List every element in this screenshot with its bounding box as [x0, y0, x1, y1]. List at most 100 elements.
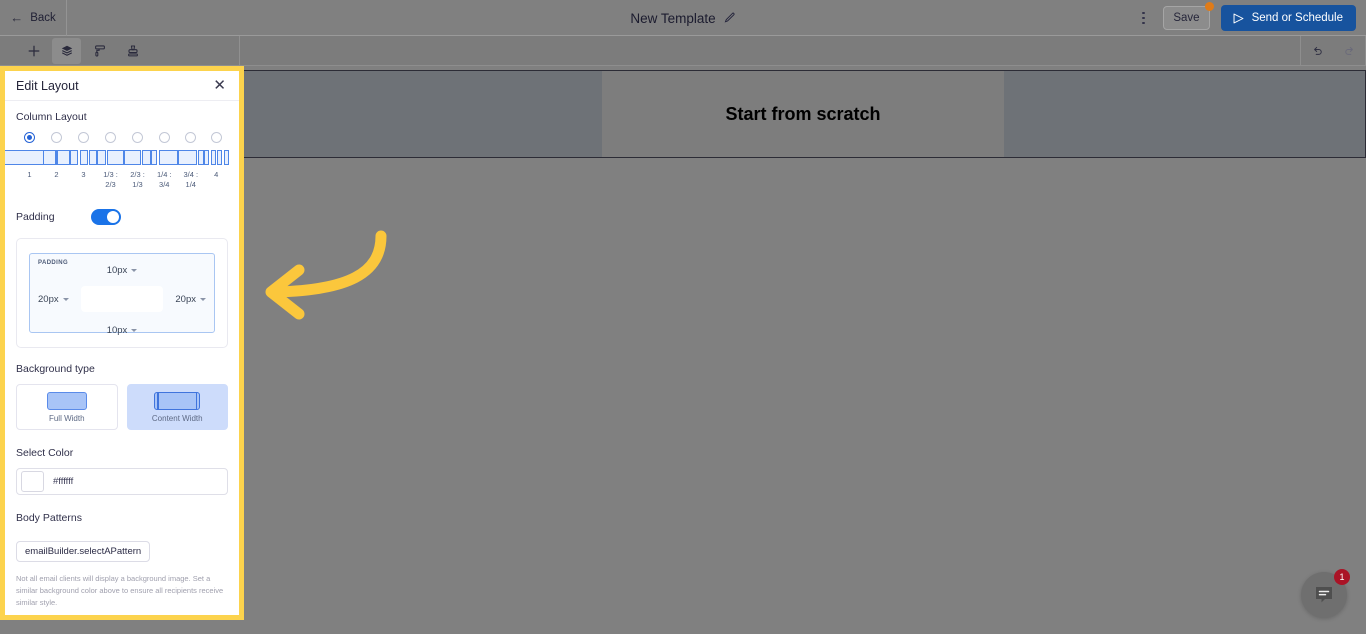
padding-top-value: 10px: [106, 265, 128, 277]
email-canvas[interactable]: Start from scratch: [240, 66, 1366, 634]
back-button[interactable]: ← Back: [0, 0, 67, 36]
column-layout-caption: 2/3 : 1/3: [130, 170, 145, 190]
padding-toggle-row: Padding: [16, 209, 228, 226]
column-layout-preview-icon: [204, 150, 229, 165]
padding-editor: PADDING 10px 20px 20px 10px: [29, 253, 215, 336]
editor-toolbar: [0, 36, 1366, 66]
send-or-schedule-button[interactable]: Send or Schedule: [1220, 5, 1356, 31]
padding-bottom-select[interactable]: 10px: [107, 325, 138, 336]
column-layout-preview-icon: [123, 150, 152, 165]
column-layout-options: 1 2 3 1/3 : 2/3 2/3 : 1/3 1/4 : 3/4 3/4 : 1/4 4: [5, 132, 229, 190]
column-layout-caption: 3: [81, 170, 86, 179]
editor-tool-group: [0, 36, 240, 66]
chat-bubble-icon: [1316, 587, 1332, 603]
column-layout-caption: 1/4 : 3/4: [156, 170, 172, 190]
panel-body: Column Layout 1 2 3 1/3 : 2/3 2/3 : 1/3 1/4 :…: [5, 101, 239, 608]
padding-label: Padding: [16, 211, 55, 224]
content-width-label: Content Width: [151, 413, 203, 423]
column-layout-option-3[interactable]: 3: [70, 132, 97, 180]
column-layout-radio[interactable]: [24, 132, 35, 143]
column-layout-option-8[interactable]: 4: [204, 132, 229, 180]
save-button-wrap: Save: [1163, 2, 1214, 30]
column-layout-preview-icon: [96, 150, 125, 165]
row-content-area[interactable]: Start from scratch: [602, 71, 1004, 157]
body-patterns-label: Body Patterns: [16, 512, 82, 525]
column-layout-option-1[interactable]: 1: [5, 132, 57, 180]
column-layout-option-4[interactable]: 1/3 : 2/3: [96, 132, 125, 190]
column-layout-radio[interactable]: [105, 132, 116, 143]
background-type-options: Full Width Content Width: [16, 384, 228, 431]
padding-left-value: 20px: [38, 293, 59, 305]
padding-content-preview: [81, 286, 163, 313]
row-side-right: [1004, 71, 1365, 157]
chat-widget-button[interactable]: 1: [1301, 569, 1350, 618]
row-side-left: [241, 71, 602, 157]
column-layout-caption: 1: [27, 170, 32, 179]
add-block-button[interactable]: [19, 38, 48, 64]
column-layout-option-2[interactable]: 2: [42, 132, 71, 180]
edit-layout-panel: Edit Layout ✕ Column Layout 1 2 3 1/3 : 2/3…: [5, 71, 239, 615]
close-icon[interactable]: ✕: [211, 76, 228, 95]
send-button-label: Send or Schedule: [1251, 12, 1343, 24]
layers-button[interactable]: [52, 38, 81, 64]
chevron-down-icon: [131, 329, 138, 333]
column-layout-preview-icon: [42, 150, 71, 165]
undo-icon[interactable]: [1301, 36, 1333, 66]
padding-bottom-row: 10px: [38, 320, 206, 338]
select-color-field[interactable]: #ffffff: [16, 468, 228, 496]
column-layout-radio[interactable]: [210, 132, 222, 143]
paper-plane-icon: [1232, 12, 1245, 25]
content-width-icon: [154, 391, 201, 410]
panel-header: Edit Layout ✕: [5, 71, 239, 101]
padding-right-value: 20px: [175, 293, 196, 305]
padding-left-select[interactable]: 20px: [38, 294, 69, 305]
column-layout-radio[interactable]: [132, 132, 143, 143]
history-controls: [1300, 36, 1366, 66]
body-patterns-hint: Not all email clients will display a bac…: [16, 574, 224, 607]
full-width-icon: [46, 391, 87, 410]
background-type-label: Background type: [16, 363, 95, 376]
arrow-left-icon: ←: [10, 10, 24, 25]
paint-roller-button[interactable]: [85, 38, 114, 64]
column-layout-radio[interactable]: [51, 132, 62, 143]
column-layout-radio[interactable]: [158, 132, 170, 143]
redo-icon[interactable]: [1333, 36, 1365, 66]
column-layout-option-5[interactable]: 2/3 : 1/3: [123, 132, 152, 190]
padding-tag: PADDING: [38, 260, 69, 267]
column-layout-caption: 4: [214, 170, 219, 179]
background-type-content-width[interactable]: Content Width: [126, 384, 228, 431]
column-layout-radio[interactable]: [185, 132, 197, 143]
padding-bottom-value: 10px: [106, 325, 128, 337]
canvas-row[interactable]: Start from scratch: [240, 70, 1366, 158]
color-value: #ffffff: [53, 476, 74, 488]
background-type-full-width[interactable]: Full Width: [16, 384, 118, 431]
chevron-down-icon: [131, 269, 138, 273]
chevron-down-icon: [62, 297, 69, 301]
column-layout-preview-icon: [70, 150, 97, 165]
column-layout-caption: 1/3 : 2/3: [103, 170, 118, 190]
column-layout-radio[interactable]: [78, 132, 89, 143]
panel-title: Edit Layout: [16, 78, 79, 93]
kebab-menu-icon[interactable]: [1134, 7, 1152, 29]
save-button[interactable]: Save: [1163, 6, 1210, 30]
padding-toggle[interactable]: [90, 209, 121, 226]
padding-right-select[interactable]: 20px: [175, 294, 206, 305]
column-layout-option-6[interactable]: 1/4 : 3/4: [151, 132, 178, 190]
column-layout-caption: 2: [54, 170, 59, 179]
header-actions: Save Send or Schedule: [1134, 0, 1356, 36]
pencil-icon[interactable]: [723, 12, 736, 25]
chat-unread-badge: 1: [1334, 569, 1350, 585]
padding-middle-row: 20px 20px: [38, 286, 206, 313]
padding-top-select[interactable]: 10px: [107, 265, 138, 276]
padding-editor-card: PADDING 10px 20px 20px 10px: [16, 238, 228, 349]
color-swatch[interactable]: [21, 471, 44, 493]
column-layout-caption: 3/4 : 1/4: [183, 170, 199, 190]
select-pattern-button[interactable]: emailBuilder.selectAPattern: [16, 541, 151, 563]
full-width-label: Full Width: [48, 413, 85, 423]
column-layout-preview-icon: [177, 150, 204, 165]
unsaved-changes-dot: [1204, 2, 1214, 11]
stamp-button[interactable]: [118, 38, 147, 64]
select-color-label: Select Color: [16, 447, 74, 460]
column-layout-option-7[interactable]: 3/4 : 1/4: [177, 132, 204, 190]
edit-layout-panel-highlight: Edit Layout ✕ Column Layout 1 2 3 1/3 : 2/3…: [0, 66, 244, 620]
